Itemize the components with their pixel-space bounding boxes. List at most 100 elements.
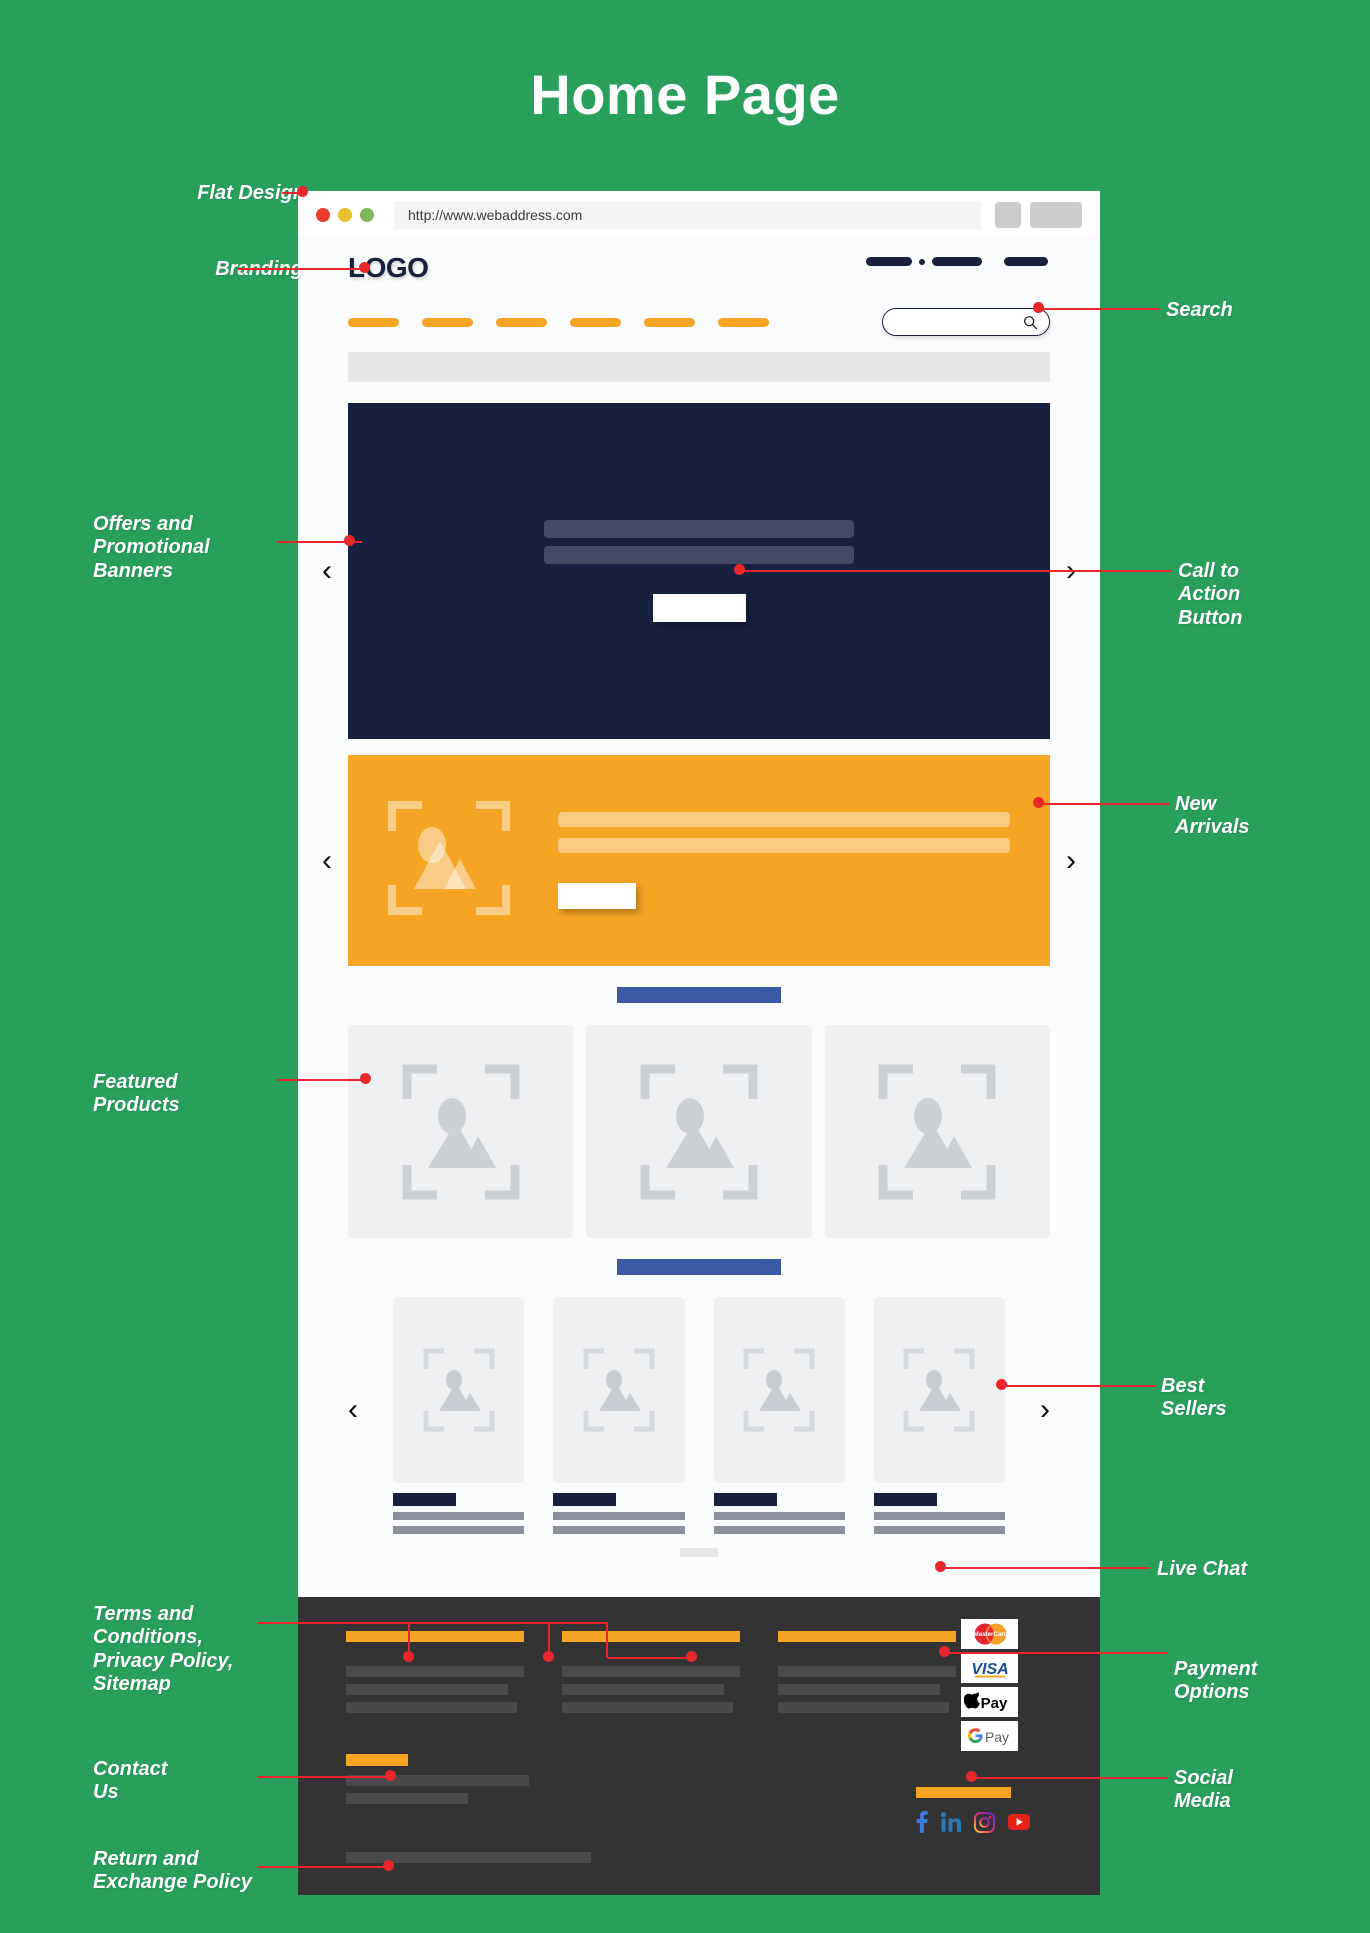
return-exchange-policy-line[interactable] [346, 1852, 591, 1863]
leader-knob-cta [734, 564, 745, 575]
footer-link[interactable] [562, 1702, 733, 1713]
footer-link[interactable] [346, 1702, 517, 1713]
annotation-search: Search [1166, 299, 1233, 321]
svg-text:MasterCard: MasterCard [973, 1631, 1007, 1638]
leader-line-payment [944, 1652, 1168, 1654]
footer-link[interactable] [562, 1666, 740, 1677]
nav-pill-list [348, 317, 882, 327]
best-seller-text-line [553, 1512, 685, 1520]
nav-item-3[interactable] [496, 317, 547, 327]
best-sellers-section-heading [617, 1259, 781, 1275]
leader-knob-contact [385, 1770, 396, 1781]
arrivals-prev-arrow-icon[interactable]: ‹ [322, 845, 332, 876]
footer-column [346, 1631, 524, 1720]
svg-text:Pay: Pay [984, 1729, 1008, 1745]
payment-mastercard-icon[interactable]: MasterCard [961, 1619, 1018, 1649]
best-seller-card[interactable] [393, 1297, 525, 1534]
best-seller-text-line [873, 1526, 1005, 1534]
nav-item-6[interactable] [718, 317, 769, 327]
annotation-best-sellers: Best Sellers [1161, 1375, 1227, 1421]
payment-apple-pay-icon[interactable]: Pay [961, 1687, 1018, 1717]
maximize-icon[interactable] [360, 207, 374, 222]
account-links-placeholder[interactable] [866, 257, 982, 266]
linkedin-icon[interactable] [941, 1812, 961, 1832]
best-seller-text-line [873, 1512, 1005, 1520]
close-icon[interactable] [316, 207, 330, 222]
svg-text:VISA: VISA [971, 1661, 1008, 1678]
nav-item-1[interactable] [348, 317, 399, 327]
best-seller-title-placeholder [873, 1493, 937, 1506]
best-seller-card[interactable] [553, 1297, 685, 1534]
new-arrivals-image-placeholder [388, 797, 510, 924]
window-controls[interactable] [316, 207, 374, 222]
facebook-icon[interactable] [916, 1811, 928, 1833]
leader-knob-branding [359, 262, 370, 273]
instagram-icon[interactable] [974, 1811, 995, 1833]
best-seller-title-placeholder [553, 1493, 617, 1506]
annotation-payment-options: Payment Options [1174, 1658, 1258, 1704]
featured-product-card[interactable] [824, 1025, 1050, 1238]
leader-knob-terms-2 [543, 1651, 554, 1662]
footer-link[interactable] [778, 1666, 956, 1677]
minimize-icon[interactable] [338, 207, 352, 222]
best-seller-card[interactable] [713, 1297, 845, 1534]
footer-link[interactable] [346, 1684, 508, 1695]
address-bar[interactable]: http://www.webaddress.com [394, 200, 981, 229]
footer-link[interactable] [346, 1666, 524, 1677]
nav-item-5[interactable] [644, 317, 695, 327]
best-sellers-carousel: ‹ › [348, 1297, 1050, 1534]
best-seller-text-line [713, 1512, 845, 1520]
annotation-cta: Call to Action Button [1178, 560, 1243, 629]
leader-knob-return [383, 1860, 394, 1871]
best-sellers-prev-arrow-icon[interactable]: ‹ [348, 1395, 358, 1425]
carousel-pagination[interactable] [680, 1548, 718, 1557]
toolbar-button-2[interactable] [1030, 201, 1082, 228]
footer-link[interactable] [778, 1684, 940, 1695]
footer-link[interactable] [562, 1684, 724, 1695]
leader-line-social [971, 1777, 1168, 1779]
leader-knob-search [1033, 302, 1044, 313]
leader-line-branding [238, 268, 366, 270]
annotation-contact-us: Contact Us [93, 1758, 168, 1804]
separator-dot-icon [919, 258, 925, 265]
featured-product-card[interactable] [348, 1025, 574, 1238]
account-link-bar[interactable] [866, 257, 912, 266]
leader-branch-3 [606, 1622, 608, 1658]
youtube-icon[interactable] [1008, 1814, 1030, 1830]
footer-link[interactable] [778, 1702, 949, 1713]
cart-link-bar[interactable] [1004, 257, 1048, 266]
featured-product-card[interactable] [586, 1025, 812, 1238]
toolbar-button-1[interactable] [995, 201, 1021, 228]
nav-item-2[interactable] [422, 317, 473, 327]
footer-column-heading [346, 1631, 524, 1642]
best-seller-text-line [553, 1526, 685, 1534]
search-input[interactable] [882, 308, 1050, 336]
hero-cta-button[interactable] [652, 594, 746, 622]
social-media-block [916, 1787, 1030, 1833]
annotation-featured-products: Featured Products [93, 1071, 180, 1117]
best-seller-card[interactable] [873, 1297, 1005, 1534]
social-media-heading [916, 1787, 1011, 1798]
annotation-new-arrivals: New Arrivals [1175, 793, 1250, 839]
new-arrivals-cta-button[interactable] [558, 883, 636, 909]
leader-knob-flat-design [297, 186, 308, 197]
best-sellers-next-arrow-icon[interactable]: › [1040, 1395, 1050, 1425]
payment-visa-icon[interactable]: VISA [961, 1653, 1018, 1683]
leader-line-contact [258, 1776, 390, 1778]
best-seller-image-placeholder [553, 1297, 685, 1483]
browser-toolbar-buttons[interactable] [995, 201, 1082, 228]
leader-line-terms-3 [608, 1657, 691, 1659]
nav-item-4[interactable] [570, 317, 621, 327]
leader-line-return [258, 1866, 386, 1868]
leader-knob-offers [344, 535, 355, 546]
search-icon [1024, 315, 1038, 329]
footer-column-heading [562, 1631, 740, 1642]
payment-google-pay-icon[interactable]: Pay [961, 1721, 1018, 1751]
arrivals-next-arrow-icon[interactable]: › [1066, 845, 1076, 876]
hero-prev-arrow-icon[interactable]: ‹ [322, 556, 332, 586]
annotation-flat-design: Flat Design [197, 182, 305, 204]
leader-knob-live-chat [935, 1561, 946, 1572]
account-link-bar[interactable] [932, 257, 982, 266]
footer-link-list [562, 1666, 740, 1713]
best-seller-image-placeholder [713, 1297, 845, 1483]
